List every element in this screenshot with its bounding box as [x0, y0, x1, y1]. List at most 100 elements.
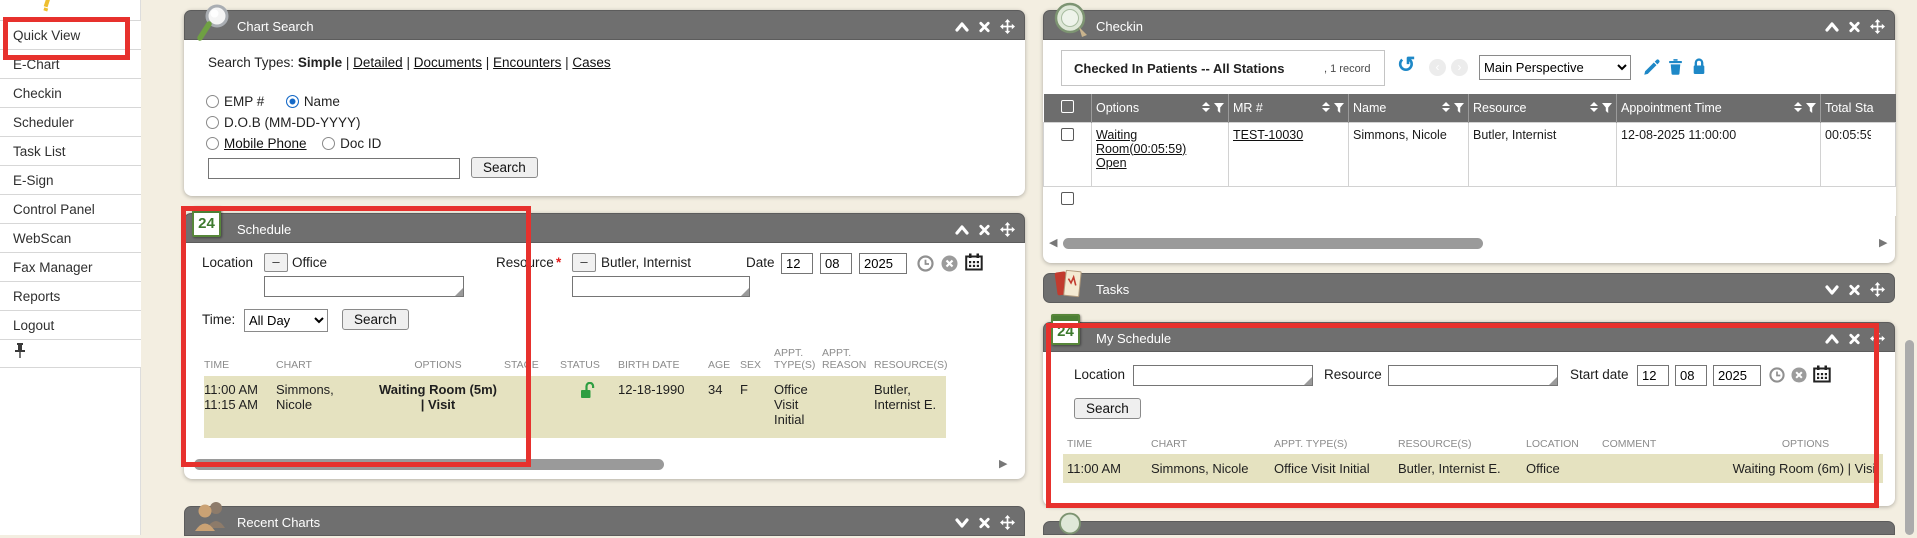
- cell-options[interactable]: Waiting Room (6m) | Visit: [1728, 454, 1883, 483]
- filter-icon[interactable]: [1602, 103, 1612, 113]
- collapse-icon[interactable]: [955, 21, 969, 33]
- calendar-picker-icon[interactable]: [965, 253, 983, 274]
- sort-icon[interactable]: [1202, 102, 1210, 113]
- move-icon[interactable]: [1000, 222, 1015, 237]
- name-radio[interactable]: [286, 95, 299, 108]
- close-icon[interactable]: [978, 517, 991, 529]
- mr-number-link[interactable]: TEST-10030: [1233, 128, 1303, 142]
- date-year-input[interactable]: [1713, 365, 1761, 386]
- schedule-search-button[interactable]: Search: [342, 309, 409, 330]
- time-picker-icon[interactable]: [917, 255, 934, 275]
- filter-icon[interactable]: [1214, 103, 1224, 113]
- sort-icon[interactable]: [1322, 102, 1330, 113]
- move-icon[interactable]: [1870, 19, 1885, 34]
- emp-radio[interactable]: [206, 95, 219, 108]
- scrollbar-thumb[interactable]: [1063, 238, 1483, 249]
- doc-id-radio[interactable]: [322, 137, 335, 150]
- move-icon[interactable]: [1000, 515, 1015, 530]
- expand-icon[interactable]: [1825, 284, 1839, 296]
- time-select[interactable]: All Day: [244, 309, 328, 332]
- scroll-right-arrow[interactable]: ▶: [1879, 236, 1887, 249]
- prev-perspective-icon[interactable]: ‹: [1429, 59, 1446, 76]
- row-checkbox[interactable]: [1061, 192, 1074, 205]
- search-type-encounters[interactable]: Encounters: [493, 55, 561, 70]
- cell-options[interactable]: Waiting Room (5m) | Visit: [376, 376, 504, 438]
- my-schedule-appointment-row[interactable]: 11:00 AM Simmons, Nicole Office Visit In…: [1063, 454, 1883, 483]
- sidebar-item-reports[interactable]: Reports: [0, 281, 141, 310]
- schedule-appointment-row[interactable]: 11:00 AM 11:15 AM Simmons, Nicole Waitin…: [204, 376, 946, 438]
- sort-icon[interactable]: [1442, 102, 1450, 113]
- dob-radio[interactable]: [206, 116, 219, 129]
- resource-input[interactable]: [572, 276, 750, 297]
- date-year-input[interactable]: [859, 253, 907, 274]
- filter-icon[interactable]: [1806, 103, 1816, 113]
- resource-input[interactable]: [1388, 365, 1558, 386]
- location-collapse-button[interactable]: –: [264, 253, 288, 272]
- move-icon[interactable]: [1870, 331, 1885, 346]
- sidebar-item-e-sign[interactable]: E-Sign: [0, 165, 141, 194]
- sort-icon[interactable]: [1794, 102, 1802, 113]
- sidebar-item-logout[interactable]: Logout: [0, 310, 141, 339]
- waiting-room-link[interactable]: Waiting Room(00:05:59): [1096, 128, 1186, 156]
- date-day-input[interactable]: [820, 253, 852, 274]
- refresh-icon[interactable]: ↺: [1397, 52, 1415, 78]
- date-month-input[interactable]: [781, 253, 813, 274]
- sidebar-item-checkin[interactable]: Checkin: [0, 78, 141, 107]
- col-resources: RESOURCE(S): [874, 345, 946, 376]
- collapse-icon[interactable]: [955, 224, 969, 236]
- location-input[interactable]: [1133, 365, 1313, 386]
- close-icon[interactable]: [978, 21, 991, 33]
- filter-icon[interactable]: [1334, 103, 1344, 113]
- move-icon[interactable]: [1870, 282, 1885, 297]
- sidebar-item-fax-manager[interactable]: Fax Manager: [0, 252, 141, 281]
- chart-search-input[interactable]: [208, 158, 460, 179]
- sidebar-item-task-list[interactable]: Task List: [0, 136, 141, 165]
- location-input[interactable]: [264, 276, 464, 297]
- select-all-checkbox[interactable]: [1061, 100, 1074, 113]
- row-checkbox[interactable]: [1061, 128, 1074, 141]
- sidebar-item-quick-view[interactable]: Quick View: [0, 20, 141, 49]
- date-day-input[interactable]: [1675, 365, 1707, 386]
- sidebar-pin-toggle[interactable]: [0, 339, 141, 368]
- search-type-simple[interactable]: Simple: [298, 55, 342, 70]
- edit-perspective-icon[interactable]: [1643, 59, 1660, 79]
- mobile-phone-radio[interactable]: [206, 137, 219, 150]
- filter-icon[interactable]: [1454, 103, 1464, 113]
- page-vscrollbar-thumb[interactable]: [1905, 340, 1914, 535]
- move-icon[interactable]: [1000, 19, 1015, 34]
- collapse-icon[interactable]: [1825, 333, 1839, 345]
- open-link[interactable]: Open: [1096, 156, 1127, 170]
- calendar-picker-icon[interactable]: [1813, 365, 1831, 386]
- lock-perspective-icon[interactable]: [1692, 58, 1706, 78]
- date-month-input[interactable]: [1637, 365, 1669, 386]
- search-type-detailed[interactable]: Detailed: [353, 55, 403, 70]
- my-schedule-search-button[interactable]: Search: [1074, 398, 1141, 419]
- next-perspective-icon[interactable]: ›: [1451, 59, 1468, 76]
- perspective-select[interactable]: Main Perspective: [1479, 55, 1631, 80]
- sort-icon[interactable]: [1590, 102, 1598, 113]
- schedule-hscrollbar[interactable]: ▶: [194, 459, 994, 471]
- time-picker-icon[interactable]: [1769, 367, 1785, 386]
- sidebar-item-scheduler[interactable]: Scheduler: [0, 107, 141, 136]
- clear-date-icon[interactable]: [941, 255, 958, 275]
- sidebar-item-e-chart[interactable]: E-Chart: [0, 49, 141, 78]
- sidebar-item-control-panel[interactable]: Control Panel: [0, 194, 141, 223]
- delete-perspective-icon[interactable]: [1668, 58, 1683, 78]
- sidebar-item-webscan[interactable]: WebScan: [0, 223, 141, 252]
- close-icon[interactable]: [1848, 284, 1861, 296]
- collapse-icon[interactable]: [1825, 21, 1839, 33]
- expand-icon[interactable]: [955, 517, 969, 529]
- clear-date-icon[interactable]: [1791, 367, 1807, 386]
- resource-collapse-button[interactable]: –: [572, 253, 596, 272]
- scroll-right-arrow[interactable]: ▶: [999, 457, 1007, 470]
- scroll-left-arrow[interactable]: ◀: [1049, 236, 1057, 249]
- checkin-hscrollbar[interactable]: ◀ ▶: [1049, 238, 1889, 250]
- checkin-patient-row[interactable]: Waiting Room(00:05:59)Open TEST-10030 Si…: [1044, 122, 1896, 186]
- close-icon[interactable]: [978, 224, 991, 236]
- close-icon[interactable]: [1848, 21, 1861, 33]
- scrollbar-thumb[interactable]: [194, 459, 664, 470]
- close-icon[interactable]: [1848, 333, 1861, 345]
- search-type-cases[interactable]: Cases: [572, 55, 610, 70]
- chart-search-button[interactable]: Search: [471, 157, 538, 178]
- search-type-documents[interactable]: Documents: [414, 55, 482, 70]
